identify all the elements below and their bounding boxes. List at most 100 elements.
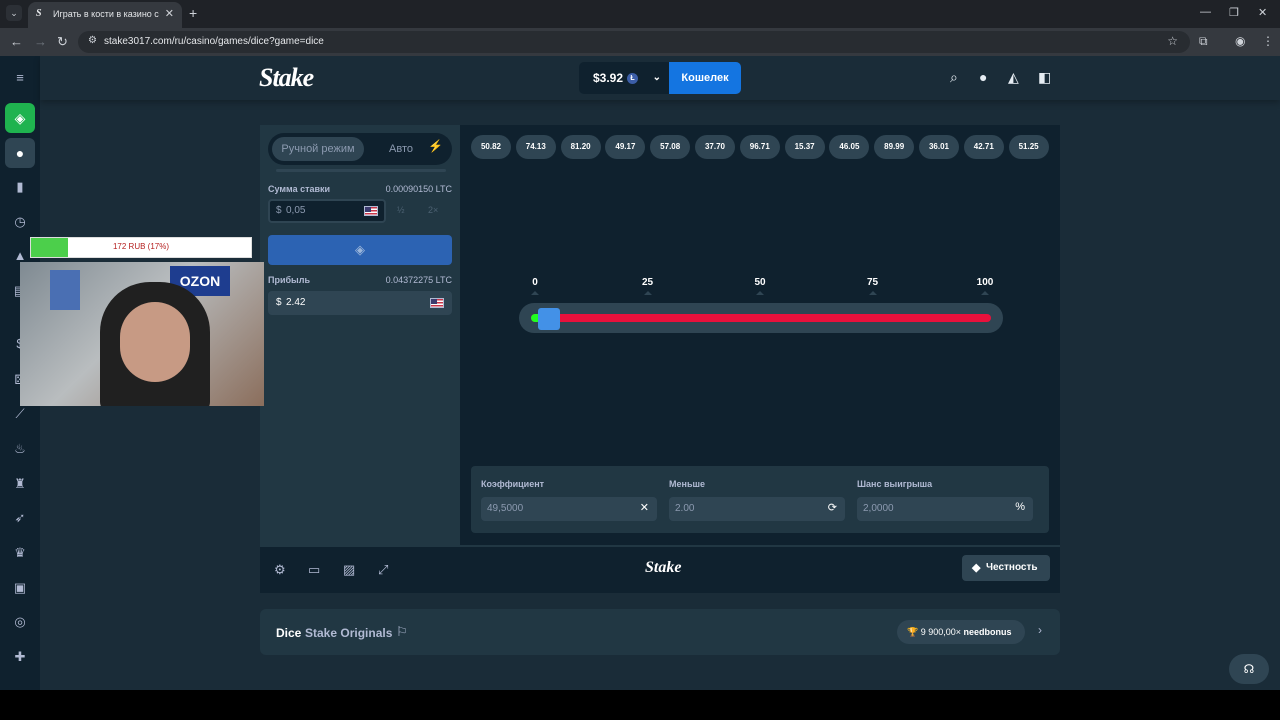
scale-tick — [756, 291, 764, 295]
recent-icon[interactable]: ◷ — [10, 212, 30, 232]
shield-promo-icon[interactable]: ◈ — [5, 103, 35, 133]
profit-value: 2.42 — [286, 297, 306, 308]
scale-label: 50 — [754, 277, 766, 288]
bet-amount-input[interactable]: $ 0,05 — [268, 199, 386, 223]
wallet-button[interactable]: Кошелек — [669, 62, 741, 94]
rocket-icon[interactable]: ➶ — [10, 508, 30, 528]
site-info-icon[interactable]: ⚙ — [88, 35, 97, 46]
slider-thumb[interactable] — [538, 308, 561, 330]
bell-icon[interactable]: ◭ — [1008, 69, 1019, 86]
result-chip[interactable]: 15.37 — [784, 135, 825, 159]
close-window-icon[interactable]: ✕ — [1258, 6, 1267, 19]
result-chip[interactable]: 37.70 — [695, 135, 735, 159]
scale-tick — [531, 291, 539, 295]
site-header: Stake $3.92 Ł ⌄ Кошелек ⌕ ● ◭ ◧ — [40, 56, 1280, 100]
swap-icon[interactable]: ⟳ — [828, 501, 837, 514]
half-bet-button[interactable]: ½ — [397, 205, 405, 215]
menu-toggle-icon[interactable]: ≡ — [10, 68, 30, 88]
extensions-icon[interactable]: ⧉ — [1199, 34, 1208, 49]
streamer-face — [120, 302, 190, 382]
result-chip[interactable]: 42.71 — [963, 135, 1004, 159]
double-bet-button[interactable]: 2× — [428, 205, 438, 215]
search-icon[interactable]: ⌕ — [950, 69, 958, 86]
bookmark-icon[interactable]: ▮ — [10, 177, 30, 197]
support-chat-button[interactable]: ☊ — [1229, 654, 1269, 684]
bookmark-star-icon[interactable]: ☆ — [1167, 34, 1178, 48]
user-icon[interactable]: ● — [979, 69, 987, 85]
settings-gear-icon[interactable]: ⚙ — [274, 562, 286, 578]
record-user: needbonus — [963, 627, 1012, 637]
casino-icon[interactable]: ● — [5, 138, 35, 168]
result-chip[interactable]: 51.25 — [1008, 135, 1049, 159]
result-chip[interactable]: 89.99 — [874, 135, 915, 159]
back-icon[interactable]: ← — [10, 34, 23, 49]
shield-check-icon: ◆ — [972, 562, 981, 574]
live-stats-icon[interactable]: ⤢ — [378, 562, 388, 578]
fairness-button[interactable]: ◆ Честность — [962, 555, 1050, 581]
roll-under-input[interactable]: 2.00 ⟳ — [669, 497, 845, 521]
target-icon[interactable]: ◎ — [10, 612, 30, 632]
close-tab-icon[interactable]: ✕ — [165, 7, 174, 20]
mode-tabs: Ручной режим Авто ⚡ — [268, 133, 452, 165]
minimize-icon[interactable]: — — [1200, 6, 1211, 18]
scale-tick — [981, 291, 989, 295]
theatre-mode-icon[interactable]: ▭ — [308, 562, 320, 578]
tabs-scrollbar[interactable] — [276, 169, 446, 172]
donation-goal-bar: 172 RUB (17%) — [30, 237, 252, 258]
stats-chart-icon[interactable]: ▨ — [343, 562, 355, 578]
reload-icon[interactable]: ↻ — [57, 34, 68, 50]
result-chip[interactable]: 81.20 — [560, 135, 601, 159]
new-tab-button[interactable]: + — [189, 5, 197, 21]
restore-icon[interactable]: ❐ — [1229, 6, 1239, 19]
bet-controls: Ручной режим Авто ⚡ Сумма ставки 0.00090… — [260, 125, 460, 545]
fire-icon[interactable]: ♨ — [10, 439, 30, 459]
trend-icon[interactable]: ⟋ — [10, 404, 30, 424]
webcam-overlay: OZON — [20, 262, 264, 406]
scale-label: 0 — [532, 277, 538, 288]
browser-tab[interactable]: S Играть в кости в казино с ✕ — [28, 2, 182, 28]
chevron-right-icon[interactable]: › — [1038, 623, 1042, 637]
place-bet-button[interactable]: ◈ — [268, 235, 452, 265]
multiplier-label: Коэффициент — [481, 479, 545, 489]
result-chip[interactable]: 96.71 — [739, 135, 780, 159]
game-footer: ⚙ ▭ ▨ ⤢ Stake ◆ Честность — [260, 545, 1060, 593]
result-chip[interactable]: 49.17 — [605, 135, 646, 159]
donation-goal-text: 172 RUB (17%) — [112, 242, 170, 251]
bet-amount-label: Сумма ставки — [268, 184, 331, 194]
result-chip[interactable]: 46.05 — [829, 135, 870, 159]
crown-icon[interactable]: ♛ — [10, 543, 30, 563]
stake-logo[interactable]: Stake — [259, 63, 314, 93]
menu-icon[interactable]: ⋮ — [1262, 34, 1274, 48]
dice-icon: ◈ — [355, 242, 365, 257]
scale-label: 25 — [641, 277, 654, 288]
bet-currency: $ — [276, 205, 282, 216]
chat-panel-icon[interactable]: ◧ — [1038, 69, 1051, 86]
game-provider: Stake Originals — [305, 626, 393, 640]
roll-slider[interactable] — [519, 303, 1003, 333]
result-chip[interactable]: 74.13 — [515, 135, 556, 159]
bet-value: 0,05 — [286, 205, 306, 216]
result-chip[interactable]: 50.82 — [471, 135, 511, 159]
url-bar[interactable]: ⚙ stake3017.com/ru/casino/games/dice?gam… — [78, 31, 1190, 53]
result-chip[interactable]: 57.08 — [650, 135, 691, 159]
gift-icon[interactable]: ✚ — [10, 647, 30, 667]
shirt-icon[interactable]: ♜ — [10, 474, 30, 494]
result-chip[interactable]: 36.01 — [919, 135, 959, 159]
game-info-bar[interactable]: Dice Stake Originals ⚐ 🏆 9 900,00× needb… — [260, 609, 1060, 655]
profit-field: $ 2.42 — [268, 291, 452, 315]
tab-auto[interactable]: Авто — [376, 137, 426, 161]
record-value: 9 900,00× — [920, 627, 962, 637]
url-text: stake3017.com/ru/casino/games/dice?game=… — [104, 36, 324, 47]
favorite-bookmark-icon[interactable]: ⚐ — [396, 624, 408, 640]
tab-search-button[interactable]: ⌄ — [6, 5, 22, 21]
trophy-icon: 🏆 — [907, 627, 919, 637]
multiplier-input[interactable]: 49,5000 ✕ — [481, 497, 657, 521]
advanced-bet-icon[interactable]: ⚡ — [428, 139, 443, 153]
forward-icon[interactable]: → — [34, 34, 47, 49]
profile-icon[interactable]: ◉ — [1235, 34, 1245, 48]
usd-flag-icon — [430, 298, 444, 308]
tab-manual[interactable]: Ручной режим — [272, 137, 364, 161]
win-chance-input[interactable]: 2,0000 % — [857, 497, 1033, 521]
balance-selector[interactable]: $3.92 Ł ⌄ — [579, 62, 669, 94]
clipboard-icon[interactable]: ▣ — [10, 578, 30, 598]
